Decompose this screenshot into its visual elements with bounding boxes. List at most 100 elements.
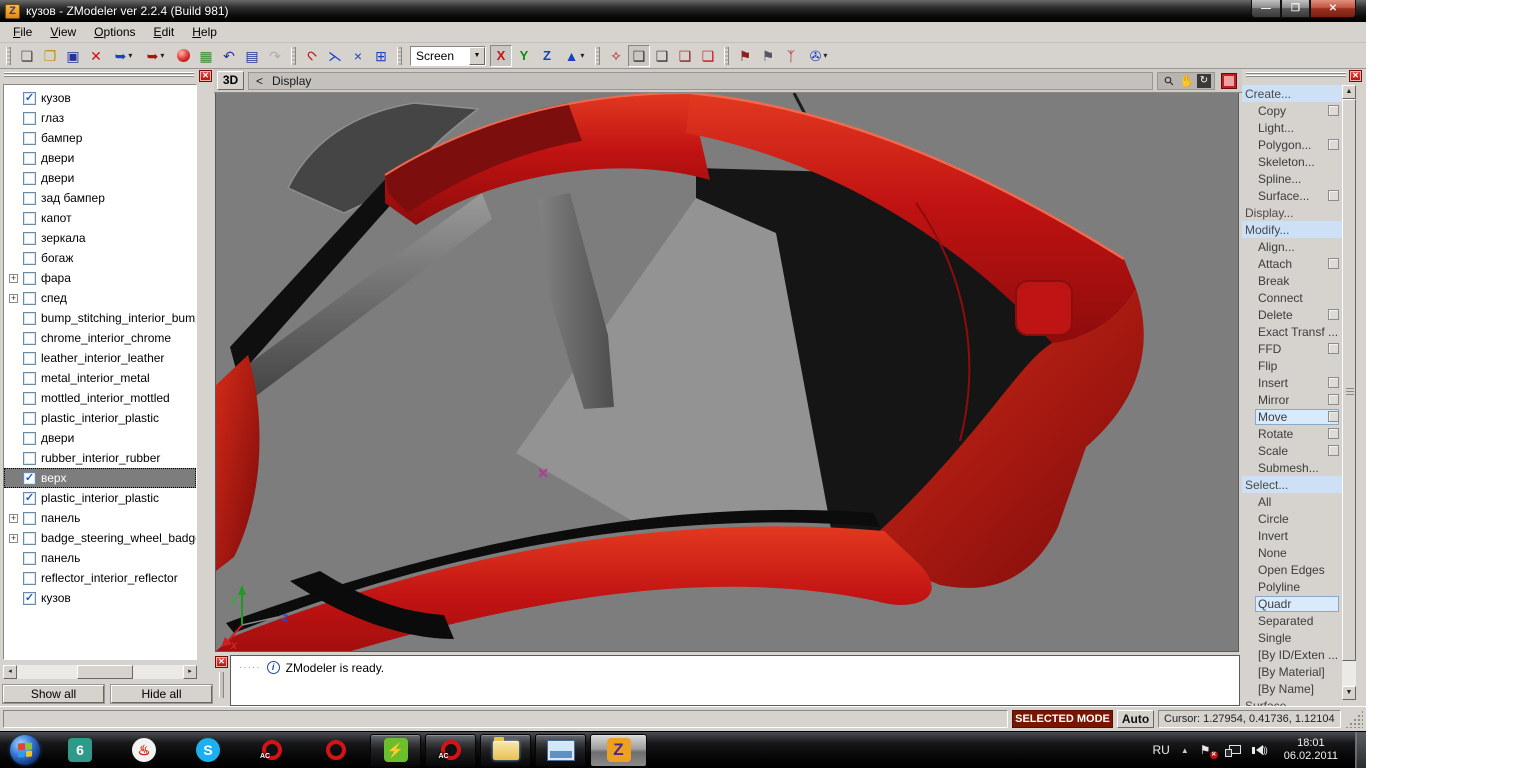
visibility-checkbox[interactable]: ✓ bbox=[23, 472, 36, 485]
tray-expand-icon[interactable]: ▲ bbox=[1181, 746, 1189, 755]
visibility-checkbox[interactable] bbox=[23, 452, 36, 465]
visibility-checkbox[interactable] bbox=[23, 152, 36, 165]
breadcrumb[interactable]: < Display bbox=[248, 72, 1153, 90]
dropdown-arrow-icon[interactable]: ▾ bbox=[160, 51, 164, 60]
visibility-checkbox[interactable]: ✓ bbox=[23, 92, 36, 105]
command-checkbox[interactable] bbox=[1328, 309, 1339, 320]
language-indicator[interactable]: RU bbox=[1152, 743, 1169, 757]
skin-tool-icon[interactable]: ✇▾ bbox=[803, 45, 834, 67]
command-align[interactable]: Align... bbox=[1242, 238, 1342, 255]
tree-item[interactable]: двери bbox=[4, 428, 196, 448]
command-create[interactable]: Create... bbox=[1242, 85, 1342, 102]
command-skeleton[interactable]: Skeleton... bbox=[1242, 153, 1342, 170]
command-checkbox[interactable] bbox=[1328, 139, 1339, 150]
command-circle[interactable]: Circle bbox=[1242, 510, 1342, 527]
tree-item[interactable]: rubber_interior_rubber bbox=[4, 448, 196, 468]
auto-button[interactable]: Auto bbox=[1117, 710, 1154, 728]
command-by-id-exten[interactable]: [By ID/Exten ... bbox=[1242, 646, 1342, 663]
breadcrumb-back-icon[interactable]: < bbox=[256, 74, 263, 88]
cube-faces-icon[interactable]: ❑ bbox=[674, 45, 696, 67]
command-checkbox[interactable] bbox=[1328, 190, 1339, 201]
command-checkbox[interactable] bbox=[1328, 377, 1339, 388]
tree-item[interactable]: metal_interior_metal bbox=[4, 368, 196, 388]
zmodeler-task-icon[interactable]: Z bbox=[607, 738, 631, 762]
command-insert[interactable]: Insert bbox=[1242, 374, 1342, 391]
delete-icon[interactable]: ✕ bbox=[85, 45, 107, 67]
visibility-checkbox[interactable] bbox=[23, 572, 36, 585]
save-icon[interactable]: ▣ bbox=[62, 45, 84, 67]
command-surface[interactable]: Surface... bbox=[1242, 697, 1342, 706]
visibility-checkbox[interactable] bbox=[23, 512, 36, 525]
undo-icon[interactable]: ↶ bbox=[218, 45, 240, 67]
message-panel-grip[interactable] bbox=[219, 672, 224, 698]
axis-x-button[interactable]: X bbox=[490, 45, 512, 67]
command-polygon[interactable]: Polygon... bbox=[1242, 136, 1342, 153]
visibility-checkbox[interactable] bbox=[23, 192, 36, 205]
menu-item-options[interactable]: Options bbox=[85, 23, 144, 41]
hide-all-button[interactable]: Hide all bbox=[111, 685, 212, 703]
visibility-checkbox[interactable] bbox=[23, 552, 36, 565]
tree-item[interactable]: ✓верх bbox=[4, 468, 196, 488]
tree-item[interactable]: +badge_steering_wheel_badge bbox=[4, 528, 196, 548]
command-checkbox[interactable] bbox=[1328, 445, 1339, 456]
command-quadr[interactable]: Quadr bbox=[1242, 595, 1342, 612]
command-scale[interactable]: Scale bbox=[1242, 442, 1342, 459]
command-display[interactable]: Display... bbox=[1242, 204, 1342, 221]
show-desktop-button[interactable] bbox=[1355, 732, 1366, 768]
command-copy[interactable]: Copy bbox=[1242, 102, 1342, 119]
command-none[interactable]: None bbox=[1242, 544, 1342, 561]
tree-item[interactable]: глаз bbox=[4, 108, 196, 128]
visibility-checkbox[interactable] bbox=[23, 232, 36, 245]
scrollbar-thumb[interactable] bbox=[1342, 99, 1356, 661]
network-icon[interactable] bbox=[1225, 743, 1241, 757]
right-panel-close-icon[interactable]: ✕ bbox=[1349, 70, 1362, 82]
command-break[interactable]: Break bbox=[1242, 272, 1342, 289]
tree-item[interactable]: +панель bbox=[4, 508, 196, 528]
visibility-checkbox[interactable]: ✓ bbox=[23, 492, 36, 505]
opera-ac2-icon[interactable]: AC bbox=[441, 740, 461, 760]
dropdown-arrow-icon[interactable]: ▾ bbox=[580, 51, 584, 60]
command-select[interactable]: Select... bbox=[1242, 476, 1342, 493]
scroll-left-icon[interactable]: ◂ bbox=[3, 665, 17, 679]
visibility-checkbox[interactable] bbox=[23, 132, 36, 145]
opera-ac2-icon-button[interactable]: AC bbox=[425, 734, 476, 767]
visibility-checkbox[interactable] bbox=[23, 332, 36, 345]
explorer-icon-button[interactable] bbox=[480, 734, 531, 767]
open-file-icon[interactable]: ❒ bbox=[39, 45, 61, 67]
command-by-name[interactable]: [By Name] bbox=[1242, 680, 1342, 697]
visibility-checkbox[interactable] bbox=[23, 392, 36, 405]
opera-icon[interactable] bbox=[326, 740, 346, 760]
command-all[interactable]: All bbox=[1242, 493, 1342, 510]
tree-item[interactable]: mottled_interior_mottled bbox=[4, 388, 196, 408]
command-light[interactable]: Light... bbox=[1242, 119, 1342, 136]
start-button[interactable] bbox=[10, 735, 40, 765]
scrollbar-track[interactable] bbox=[1342, 99, 1356, 686]
break-vertices-icon[interactable]: × bbox=[347, 45, 369, 67]
cube-edges-icon[interactable]: ❑ bbox=[651, 45, 673, 67]
command-checkbox[interactable] bbox=[1328, 428, 1339, 439]
nero-icon[interactable]: ♨ bbox=[132, 738, 156, 762]
visibility-checkbox[interactable]: ✓ bbox=[23, 592, 36, 605]
visibility-checkbox[interactable] bbox=[23, 212, 36, 225]
tree-item[interactable]: bump_stitching_interior_bump_s bbox=[4, 308, 196, 328]
menu-item-edit[interactable]: Edit bbox=[145, 23, 184, 41]
command-rotate[interactable]: Rotate bbox=[1242, 425, 1342, 442]
panel-drag-grip[interactable] bbox=[1246, 72, 1346, 77]
message-panel-close-icon[interactable]: ✕ bbox=[215, 656, 228, 668]
expand-icon[interactable]: + bbox=[9, 534, 18, 543]
command-mirror[interactable]: Mirror bbox=[1242, 391, 1342, 408]
zmodeler-task-icon-button[interactable]: Z bbox=[590, 734, 647, 767]
axis-y-button[interactable]: Y bbox=[513, 45, 535, 67]
menu-item-view[interactable]: View bbox=[41, 23, 85, 41]
view-3d-button[interactable]: 3D bbox=[217, 71, 244, 90]
command-surface[interactable]: Surface... bbox=[1242, 187, 1342, 204]
command-invert[interactable]: Invert bbox=[1242, 527, 1342, 544]
tree-item[interactable]: leather_interior_leather bbox=[4, 348, 196, 368]
command-separated[interactable]: Separated bbox=[1242, 612, 1342, 629]
dropdown-arrow-icon[interactable]: ▼ bbox=[469, 47, 485, 65]
command-exact-transf[interactable]: Exact Transf ... bbox=[1242, 323, 1342, 340]
skype-icon[interactable]: S bbox=[196, 738, 220, 762]
visibility-checkbox[interactable] bbox=[23, 252, 36, 265]
visibility-checkbox[interactable] bbox=[23, 412, 36, 425]
command-single[interactable]: Single bbox=[1242, 629, 1342, 646]
